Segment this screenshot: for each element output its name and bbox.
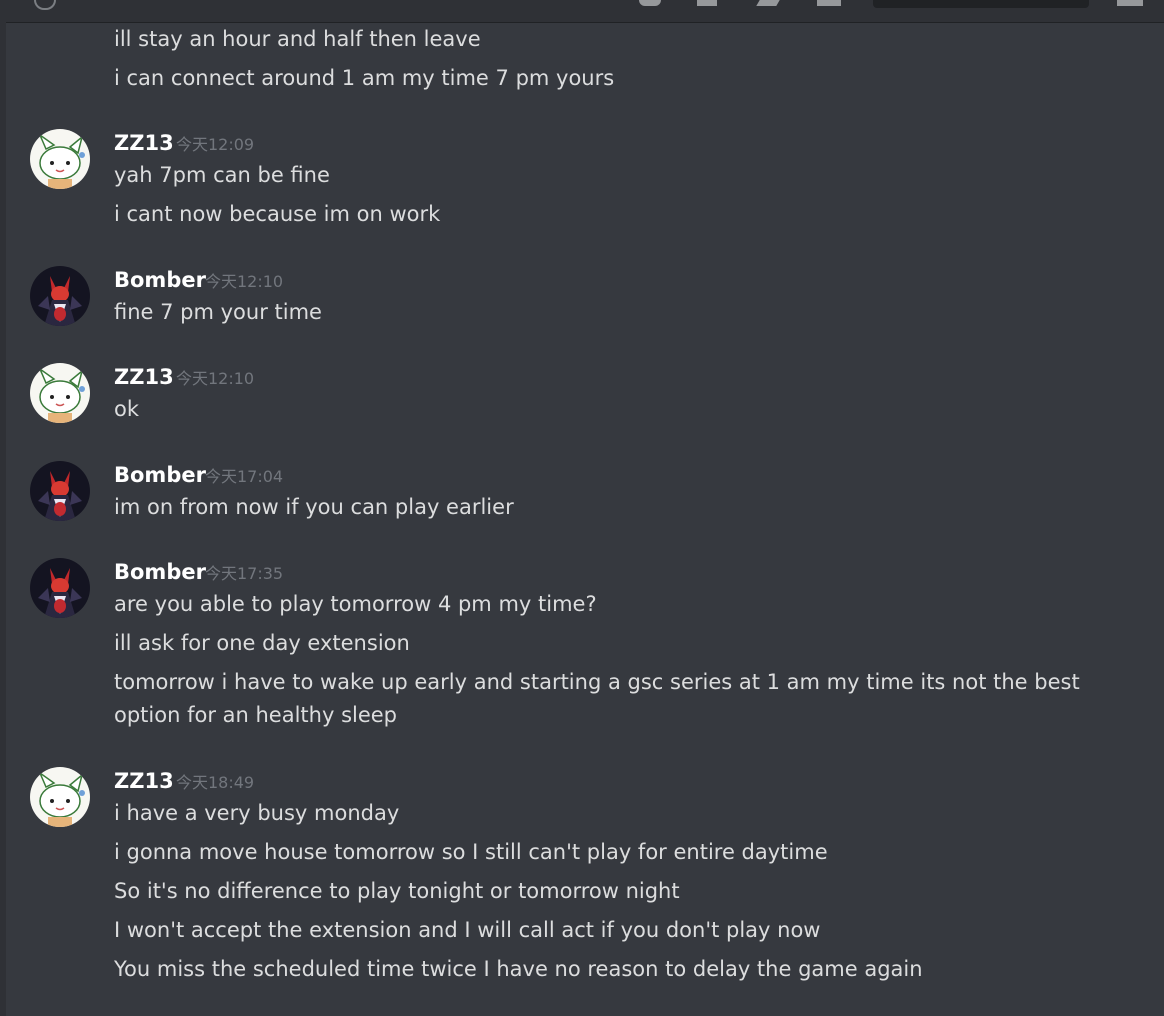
- demon-avatar-icon[interactable]: [30, 266, 90, 326]
- cat-avatar-icon[interactable]: [30, 129, 90, 189]
- message-line: ok: [114, 397, 140, 421]
- message-author[interactable]: ZZ13: [114, 767, 174, 795]
- message-line: fine 7 pm your time: [114, 300, 322, 324]
- message-timestamp: 今天17:35: [205, 564, 284, 583]
- cat-avatar-icon[interactable]: [30, 363, 90, 423]
- message-line: ill stay an hour and half then leave: [114, 27, 481, 51]
- message-line: i cant now because im on work: [114, 202, 441, 226]
- message-line: yah 7pm can be fine: [114, 163, 330, 187]
- message-author[interactable]: Bomber: [114, 558, 206, 586]
- message-line: I won't accept the extension and I will …: [114, 918, 821, 942]
- message-author[interactable]: Bomber: [114, 461, 206, 489]
- message-timestamp: 今天18:49: [176, 773, 255, 792]
- message-line: are you able to play tomorrow 4 pm my ti…: [114, 592, 597, 616]
- message-line: i gonna move house tomorrow so I still c…: [114, 840, 828, 864]
- message-line: i have a very busy monday: [114, 801, 400, 825]
- message-line: So it's no difference to play tonight or…: [114, 879, 680, 903]
- demon-avatar-icon[interactable]: [30, 461, 90, 521]
- message-line: im on from now if you can play earlier: [114, 495, 514, 519]
- chat-messages: ill stay an hour and half then leave i c…: [0, 0, 1164, 1016]
- message-line: i can connect around 1 am my time 7 pm y…: [114, 66, 615, 90]
- message-timestamp: 今天12:09: [176, 135, 255, 154]
- message-author[interactable]: ZZ13: [114, 363, 174, 391]
- message-timestamp: 今天12:10: [176, 369, 255, 388]
- demon-avatar-icon[interactable]: [30, 558, 90, 618]
- message-line: ill ask for one day extension: [114, 631, 410, 655]
- message-author[interactable]: Bomber: [114, 266, 206, 294]
- message-timestamp: 今天17:04: [205, 467, 284, 486]
- message-line: tomorrow i have to wake up early and sta…: [114, 670, 1080, 727]
- message-author[interactable]: ZZ13: [114, 129, 174, 157]
- message-timestamp: 今天12:10: [205, 272, 284, 291]
- message-line: You miss the scheduled time twice I have…: [114, 957, 923, 981]
- cat-avatar-icon[interactable]: [30, 767, 90, 827]
